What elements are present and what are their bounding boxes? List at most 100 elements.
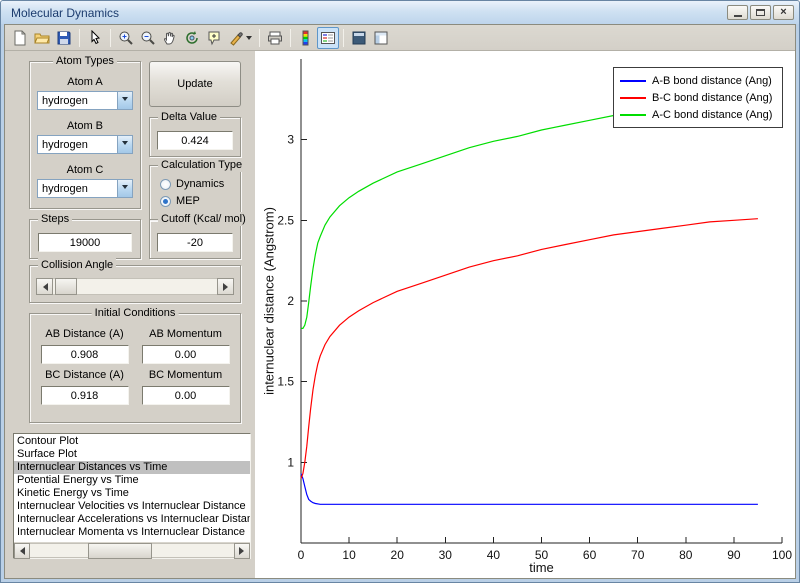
- update-button[interactable]: Update: [149, 61, 241, 107]
- title-bar[interactable]: Molecular Dynamics ×: [1, 1, 799, 24]
- cutoff-input[interactable]: [157, 233, 233, 252]
- chevron-down-icon: [122, 141, 128, 148]
- delta-value-input[interactable]: [157, 131, 233, 150]
- zoom-in-button[interactable]: [115, 27, 137, 49]
- data-cursor-button[interactable]: [203, 27, 225, 49]
- toolbar-separator: [79, 28, 80, 47]
- legend-icon: [321, 31, 335, 44]
- slider-left-arrow[interactable]: [36, 278, 53, 295]
- list-item[interactable]: Surface Plot: [14, 448, 250, 461]
- new-figure-button[interactable]: [9, 27, 31, 49]
- steps-input[interactable]: [38, 233, 132, 252]
- scroll-left-arrow[interactable]: [14, 543, 30, 559]
- insert-colorbar-button[interactable]: [295, 27, 317, 49]
- bc-momentum-label: BC Momentum: [148, 369, 223, 381]
- left-arrow-icon: [39, 282, 48, 291]
- save-icon: [57, 31, 71, 44]
- list-item[interactable]: Internuclear Distances vs Time: [14, 461, 250, 474]
- collision-angle-slider[interactable]: [36, 278, 234, 295]
- listbox-hscrollbar[interactable]: [14, 542, 250, 559]
- printer-icon: [268, 31, 282, 44]
- hide-plot-tools-button[interactable]: [348, 27, 370, 49]
- zoom-out-icon: [141, 31, 155, 45]
- ab-distance-input[interactable]: [40, 345, 129, 364]
- figure-body: Atom Types Atom A hydrogen Atom B hydrog…: [4, 24, 796, 579]
- collision-angle-panel: Collision Angle: [29, 258, 241, 303]
- insert-legend-button[interactable]: [317, 26, 339, 49]
- minimize-button[interactable]: [727, 5, 748, 20]
- zoom-in-icon: [119, 31, 133, 45]
- cutoff-panel: Cutoff (Kcal/ mol): [149, 212, 249, 259]
- rotate-icon: [186, 30, 198, 44]
- legend[interactable]: A-B bond distance (Ang) B-C bond distance…: [613, 67, 783, 128]
- scroll-track[interactable]: [30, 543, 234, 559]
- maximize-button[interactable]: [750, 5, 771, 20]
- bc-distance-input[interactable]: [40, 386, 129, 405]
- delta-value-panel: Delta Value: [149, 110, 241, 157]
- plot-type-listbox[interactable]: Contour Plot Surface Plot Internuclear Dis…: [13, 433, 251, 559]
- plot-axes[interactable]: 0 10 20 30 40 50 60 70 80 90 10011.522.53: [255, 51, 795, 578]
- chevron-down-icon: [122, 97, 128, 104]
- save-figure-button[interactable]: [53, 27, 75, 49]
- show-plot-tools-icon: [374, 31, 388, 44]
- atom-b-select[interactable]: hydrogen: [37, 135, 133, 154]
- new-document-icon: [14, 30, 26, 45]
- list-item[interactable]: Internuclear Velocities vs Internuclear …: [14, 500, 250, 513]
- scroll-right-arrow[interactable]: [234, 543, 250, 559]
- radio-icon: [160, 178, 171, 190]
- data-cursor-icon: [208, 31, 220, 45]
- rotate-3d-button[interactable]: [181, 27, 203, 49]
- arrow-cursor-icon: [91, 29, 101, 44]
- legend-entry[interactable]: A-C bond distance (Ang): [620, 106, 776, 123]
- ab-momentum-input[interactable]: [141, 345, 230, 364]
- legend-line-sample: [620, 79, 646, 82]
- slider-track[interactable]: [53, 278, 217, 295]
- show-plot-tools-button[interactable]: [370, 27, 392, 49]
- list-item[interactable]: Internuclear Momenta vs Internuclear Dis…: [14, 526, 250, 539]
- zoom-out-button[interactable]: [137, 27, 159, 49]
- radio-mep-label: MEP: [176, 195, 200, 207]
- hide-plot-tools-icon: [352, 31, 366, 44]
- list-item[interactable]: Contour Plot: [14, 435, 250, 448]
- close-button[interactable]: ×: [773, 5, 794, 20]
- open-folder-icon: [34, 33, 50, 43]
- print-figure-button[interactable]: [264, 27, 286, 49]
- panel-title: Initial Conditions: [91, 306, 179, 320]
- atom-b-value: hydrogen: [42, 138, 88, 151]
- atom-c-label: Atom C: [66, 164, 104, 176]
- radio-mep[interactable]: MEP: [160, 195, 240, 207]
- legend-entry[interactable]: A-B bond distance (Ang): [620, 72, 776, 89]
- scroll-thumb[interactable]: [88, 543, 152, 559]
- toolbar-separator: [290, 28, 291, 47]
- right-arrow-icon: [222, 282, 232, 291]
- svg-text:2: 2: [287, 294, 294, 308]
- window-controls: ×: [727, 5, 794, 20]
- initial-conditions-panel: Initial Conditions AB Distance (A) AB Mo…: [29, 306, 241, 423]
- atom-a-select[interactable]: hydrogen: [37, 91, 133, 110]
- x-axis-label: time: [529, 560, 554, 575]
- toolbar-separator: [110, 28, 111, 47]
- brush-data-button[interactable]: [225, 27, 255, 49]
- bc-momentum-input[interactable]: [141, 386, 230, 405]
- app-window: Molecular Dynamics × Atom Types Atom A h…: [0, 0, 800, 583]
- ab-momentum-label: AB Momentum: [149, 328, 222, 340]
- edit-plot-button[interactable]: [84, 27, 106, 49]
- toolbar-separator: [343, 28, 344, 47]
- combo-arrow-button[interactable]: [117, 180, 132, 197]
- panel-title: Atom Types: [53, 54, 117, 68]
- combo-arrow-button[interactable]: [117, 136, 132, 153]
- svg-text:1.5: 1.5: [277, 375, 294, 389]
- list-item[interactable]: Potential Energy vs Time: [14, 474, 250, 487]
- open-file-button[interactable]: [31, 27, 53, 49]
- slider-right-arrow[interactable]: [217, 278, 234, 295]
- list-item[interactable]: Kinetic Energy vs Time: [14, 487, 250, 500]
- brush-icon: [229, 31, 243, 46]
- pan-button[interactable]: [159, 27, 181, 49]
- atom-c-select[interactable]: hydrogen: [37, 179, 133, 198]
- plot-panel: 0 10 20 30 40 50 60 70 80 90 100 1 1.5 2 2.5 3 internuc…: [255, 51, 795, 578]
- list-item[interactable]: Internuclear Accelerations vs Internucle…: [14, 513, 250, 526]
- radio-dynamics[interactable]: Dynamics: [160, 178, 240, 190]
- legend-entry[interactable]: B-C bond distance (Ang): [620, 89, 776, 106]
- slider-thumb[interactable]: [55, 278, 77, 295]
- combo-arrow-button[interactable]: [117, 92, 132, 109]
